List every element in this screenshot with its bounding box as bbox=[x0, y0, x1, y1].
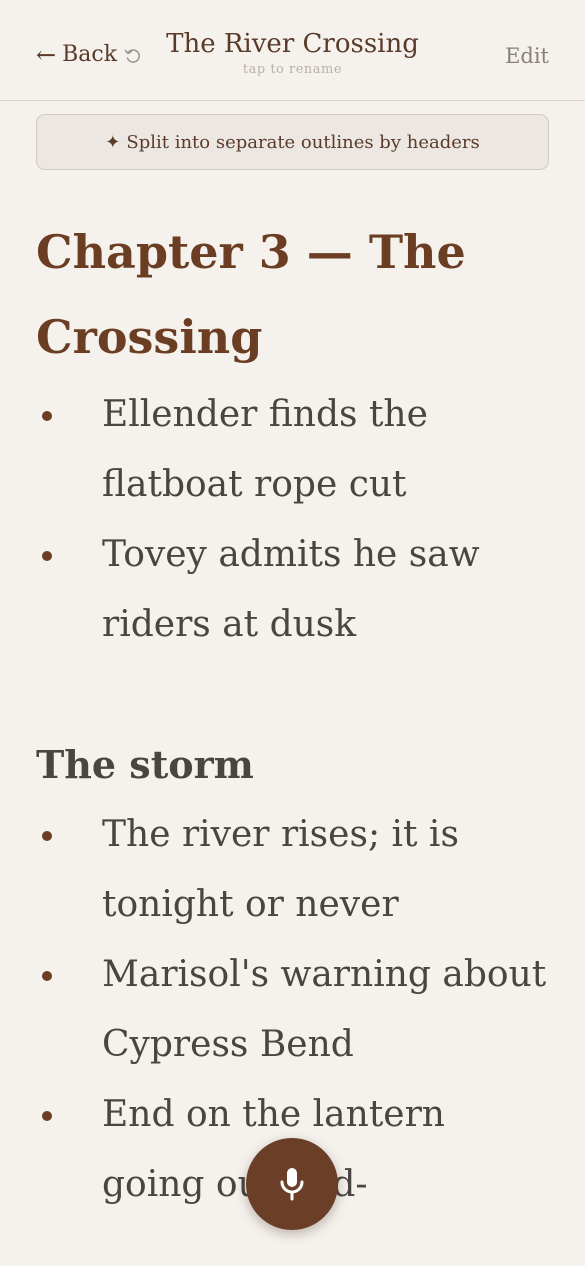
microphone-icon bbox=[280, 1168, 304, 1201]
undo-icon[interactable] bbox=[124, 47, 142, 65]
page-title: The River Crossing bbox=[166, 29, 419, 59]
bullet-icon bbox=[42, 551, 52, 561]
list-item-text: Tovey admits he saw riders at dusk bbox=[102, 534, 480, 645]
arrow-left-icon: ← bbox=[36, 40, 57, 69]
back-label: Back bbox=[62, 42, 118, 67]
split-button-label: Split into separate outlines by headers bbox=[126, 131, 480, 153]
section-heading: The storm bbox=[36, 742, 254, 787]
back-button[interactable]: ← Back bbox=[36, 42, 117, 67]
rename-hint: tap to rename bbox=[242, 62, 343, 77]
outline-content[interactable]: Chapter 3 — The Crossing Ellender finds … bbox=[36, 210, 551, 1220]
bullet-icon bbox=[42, 831, 52, 841]
chapter-bullets: Ellender finds the flatboat rope cut Tov… bbox=[36, 380, 551, 660]
microphone-button[interactable] bbox=[246, 1138, 338, 1230]
list-item[interactable]: The river rises; it is tonight or never bbox=[36, 800, 551, 940]
bullet-icon bbox=[42, 411, 52, 421]
sparkle-icon: ✦ bbox=[105, 131, 121, 153]
list-item[interactable]: Tovey admits he saw riders at dusk bbox=[36, 520, 551, 660]
bullet-icon bbox=[42, 1111, 52, 1121]
list-item-text: Marisol's warning about Cypress Bend bbox=[102, 954, 547, 1065]
top-bar: ← Back The River Crossing tap to rename … bbox=[0, 0, 585, 101]
list-item-text: The river rises; it is tonight or never bbox=[102, 814, 459, 925]
list-item[interactable]: Marisol's warning about Cypress Bend bbox=[36, 940, 551, 1080]
list-item[interactable]: Ellender finds the flatboat rope cut bbox=[36, 380, 551, 520]
edit-button[interactable]: Edit bbox=[505, 44, 549, 68]
list-item-text: Ellender finds the flatboat rope cut bbox=[102, 394, 428, 505]
split-outlines-button[interactable]: ✦ Split into separate outlines by header… bbox=[36, 114, 549, 170]
document-title[interactable]: The River Crossing tap to rename bbox=[150, 28, 435, 77]
chapter-heading: Chapter 3 — The Crossing bbox=[36, 225, 466, 364]
bullet-icon bbox=[42, 971, 52, 981]
